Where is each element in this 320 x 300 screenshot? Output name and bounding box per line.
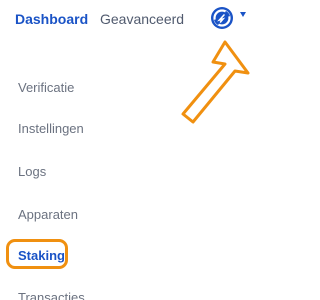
highlight-staking	[6, 239, 68, 269]
menu-item-instellingen[interactable]: Instellingen	[18, 121, 84, 137]
menu-item-verificatie[interactable]: Verificatie	[18, 80, 74, 96]
app-screen: Dashboard Geavanceerd Verificatie Instel…	[0, 0, 253, 300]
menu-item-logs[interactable]: Logs	[18, 164, 46, 180]
menu-item-transacties[interactable]: Transacties	[18, 290, 85, 300]
menu-item-apparaten[interactable]: Apparaten	[18, 207, 78, 223]
